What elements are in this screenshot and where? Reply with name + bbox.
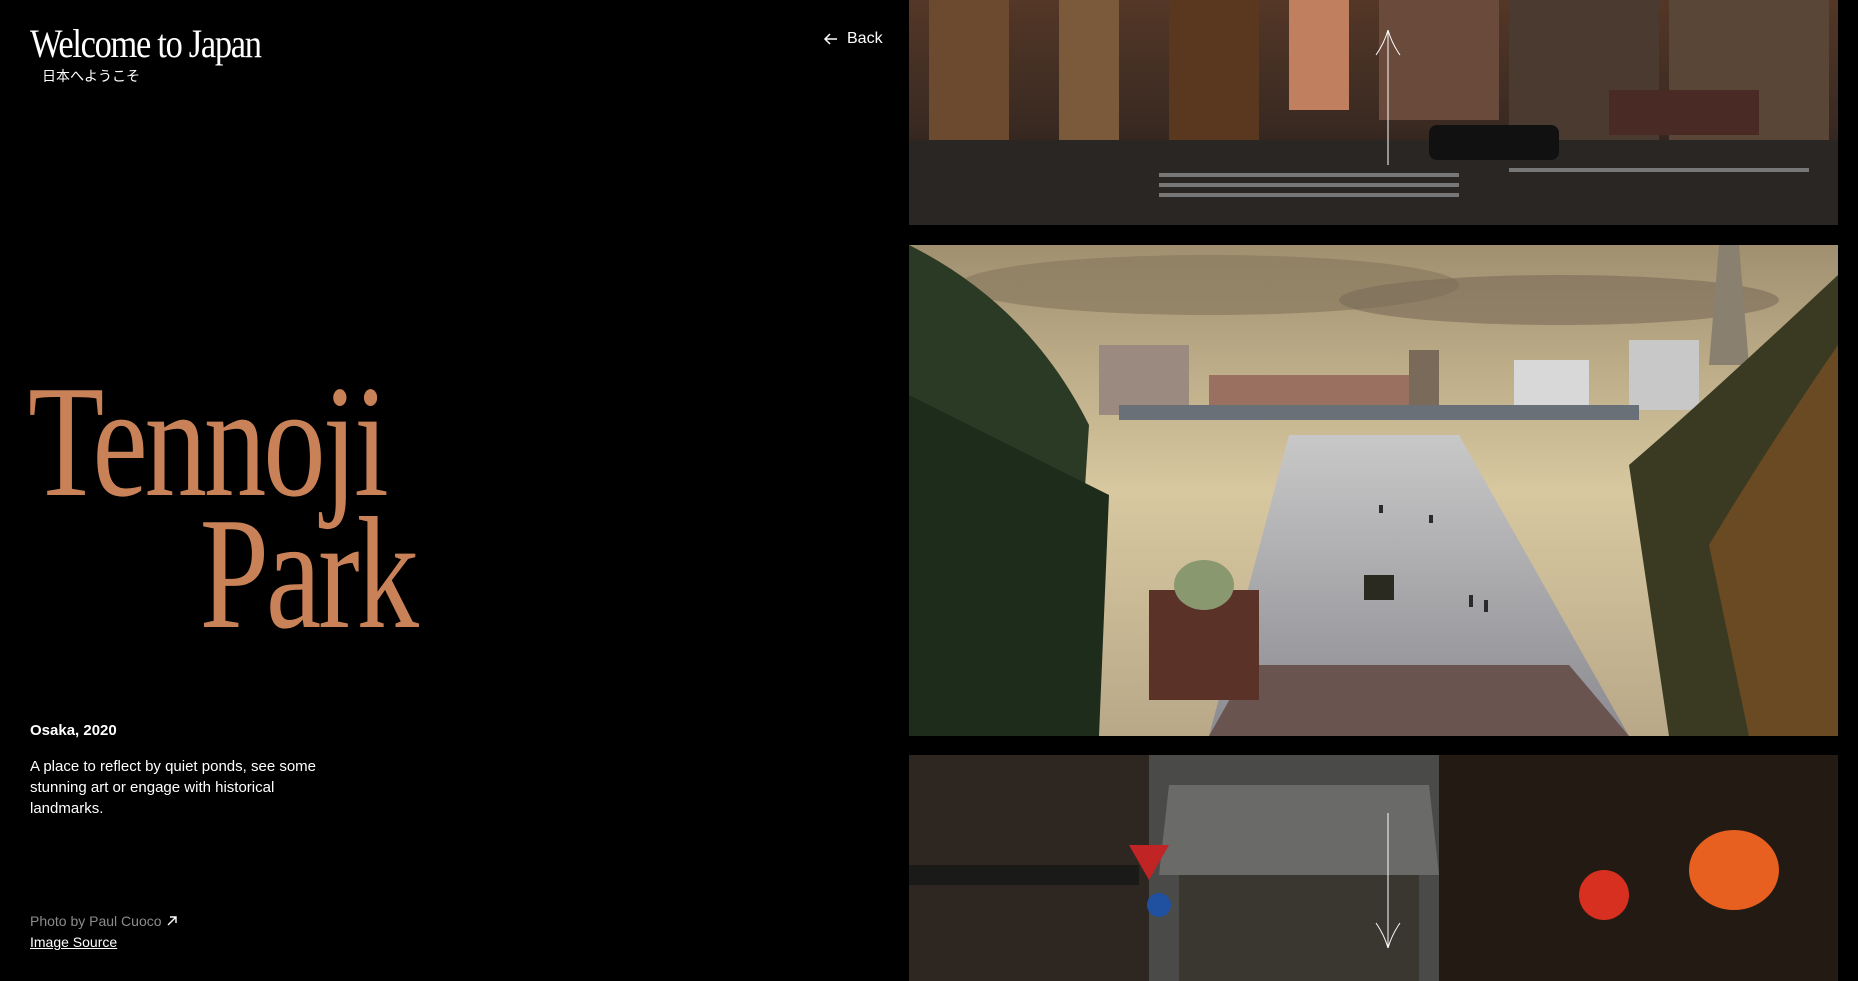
photo-credit: Photo by Paul Cuoco Image Source (30, 913, 178, 950)
arrow-up-icon (1375, 29, 1401, 165)
place-details: Osaka, 2020 A place to reflect by quiet … (30, 722, 330, 819)
photographer-label: Photo by Paul Cuoco (30, 913, 162, 929)
arrow-left-icon (823, 33, 837, 45)
arrow-up-right-icon (167, 916, 177, 926)
page-title: Tennoji Park (28, 361, 419, 653)
location-year: Osaka, 2020 (30, 722, 117, 739)
photo-old-street (909, 755, 1838, 981)
photographer-link[interactable]: Photo by Paul Cuoco (30, 913, 178, 929)
site-subtitle: 日本へようこそ (42, 69, 140, 85)
photo-shibuya-crossing (909, 0, 1838, 225)
back-button[interactable]: Back (823, 30, 883, 48)
site-title: Welcome to Japan (30, 21, 262, 66)
place-description: A place to reflect by quiet ponds, see s… (30, 758, 317, 817)
photo-gallery[interactable] (909, 0, 1838, 981)
arrow-down-icon (1375, 813, 1401, 949)
image-source-link[interactable]: Image Source (30, 934, 178, 950)
back-label: Back (847, 30, 883, 47)
photo-tennoji-park (909, 245, 1838, 736)
site-brand[interactable]: Welcome to Japan 日本へようこそ (30, 22, 298, 86)
